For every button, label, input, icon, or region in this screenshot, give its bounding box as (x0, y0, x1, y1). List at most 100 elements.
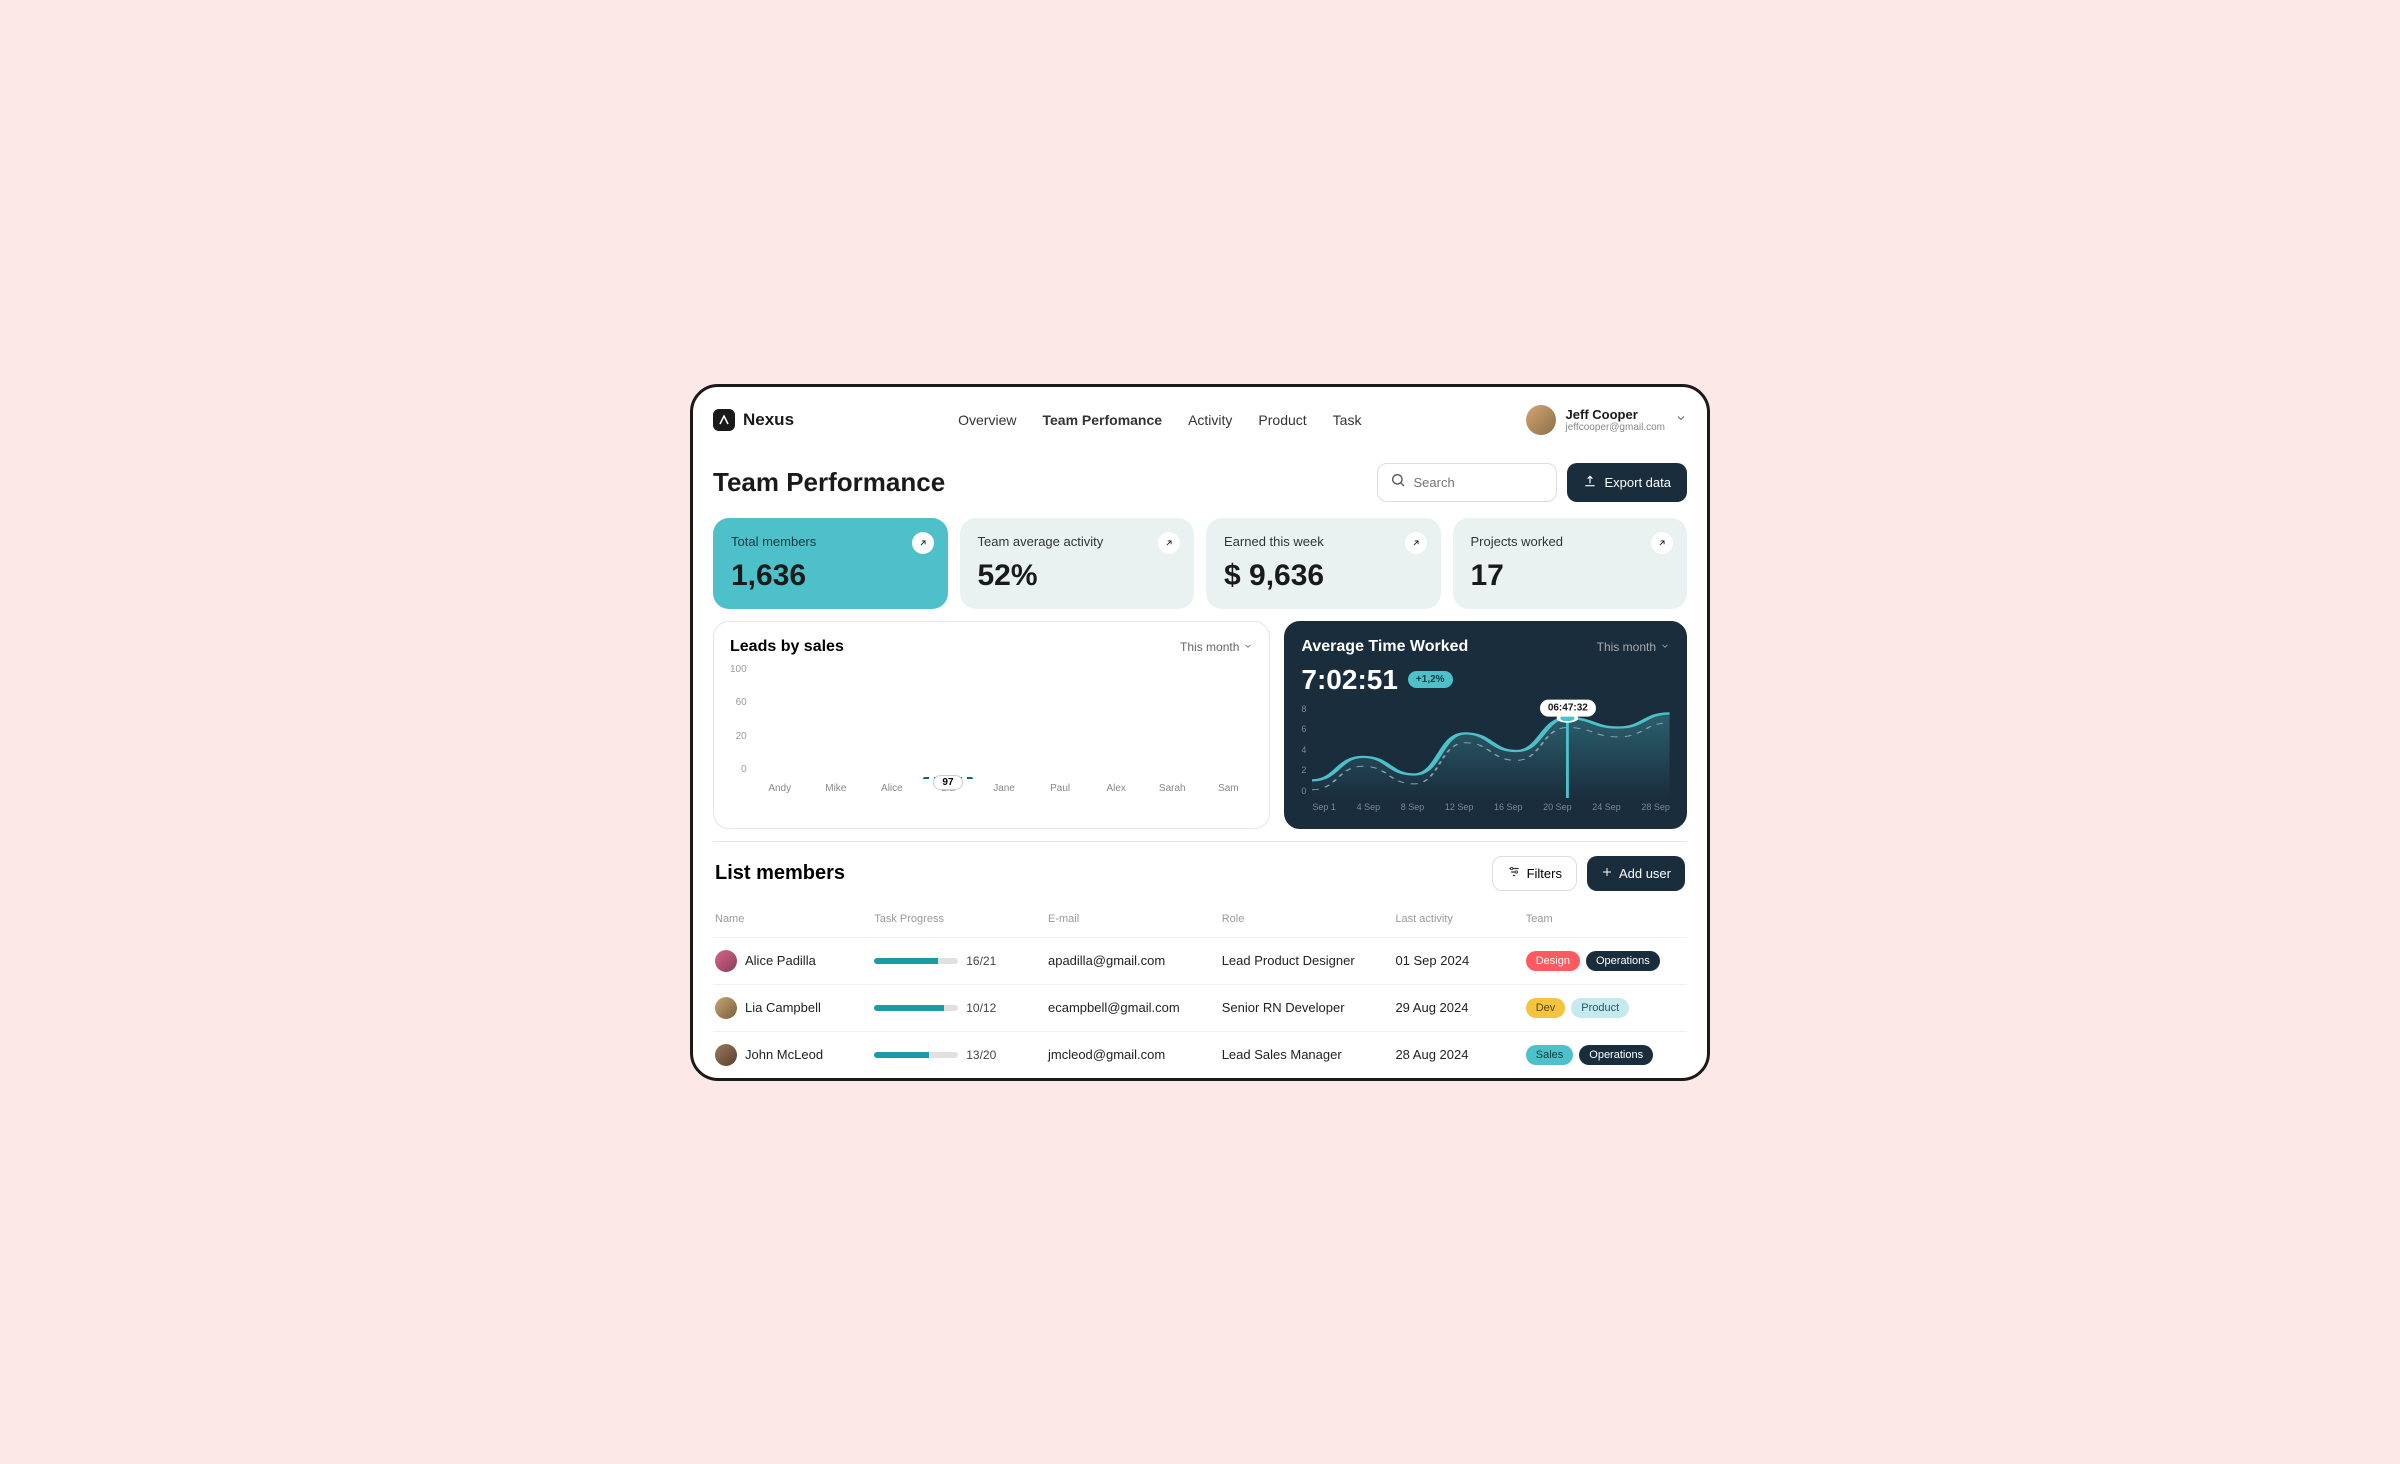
progress-cell: 10/12 (874, 1001, 1048, 1015)
progress-cell: 13/20 (874, 1048, 1048, 1062)
member-name-cell: Alice Padilla (715, 950, 874, 972)
progress-bar (874, 958, 958, 964)
time-chart-title: Average Time Worked (1301, 638, 1468, 656)
stat-card-team-average-activity[interactable]: Team average activity52% (960, 518, 1195, 609)
chevron-down-icon (1660, 640, 1670, 654)
column-task-progress[interactable]: Task Progress (874, 913, 1048, 925)
table-header: NameTask ProgressE-mailRoleLast activity… (713, 901, 1687, 938)
page-title: Team Performance (713, 467, 945, 498)
table-row[interactable]: Lia Campbell 10/12 ecampbell@gmail.comSeni… (713, 985, 1687, 1032)
member-name-cell: John McLeod (715, 1044, 874, 1066)
stat-card-projects-worked[interactable]: Projects worked17 (1453, 518, 1688, 609)
column-role[interactable]: Role (1222, 913, 1396, 925)
upload-icon (1583, 474, 1597, 491)
bar-y-axis: 10060200 (730, 664, 751, 794)
plus-icon (1601, 866, 1613, 881)
search-icon (1390, 472, 1406, 493)
team-tag[interactable]: Operations (1579, 1045, 1653, 1065)
profile-name: Jeff Cooper (1566, 407, 1665, 422)
arrow-up-right-icon (1651, 532, 1673, 554)
team-tags: SalesOperations (1526, 1045, 1685, 1065)
export-label: Export data (1605, 475, 1672, 490)
title-bar: Team Performance Export data (713, 453, 1687, 518)
team-tag[interactable]: Product (1571, 998, 1629, 1018)
line-svg (1312, 704, 1670, 798)
filters-button[interactable]: Filters (1492, 856, 1577, 891)
member-name: Lia Campbell (745, 1000, 821, 1015)
members-table: NameTask ProgressE-mailRoleLast activity… (713, 901, 1687, 1078)
member-last-activity: 28 Aug 2024 (1395, 1047, 1525, 1062)
member-role: Lead Product Designer (1222, 953, 1396, 968)
team-tags: DevProduct (1526, 998, 1685, 1018)
search-input[interactable] (1377, 463, 1557, 502)
stat-label: Team average activity (978, 534, 1177, 549)
member-role: Senior RN Developer (1222, 1000, 1396, 1015)
line-y-axis: 86420 (1301, 704, 1306, 812)
avatar-icon (715, 950, 737, 972)
arrow-up-right-icon (1405, 532, 1427, 554)
team-tag[interactable]: Sales (1526, 1045, 1574, 1065)
nav-item-team-perfomance[interactable]: Team Perfomance (1042, 412, 1162, 428)
team-tags: Design Operations (1526, 951, 1685, 971)
leads-period-dropdown[interactable]: This month (1180, 640, 1253, 654)
time-period-dropdown[interactable]: This month (1597, 640, 1670, 654)
stat-value: $ 9,636 (1224, 559, 1423, 593)
line-chart: 86420 Sep 14 Sep8 Sep12 Sep16 Sep20 Sep2… (1301, 704, 1670, 812)
column-last-activity[interactable]: Last activity (1395, 913, 1525, 925)
member-email: jmcleod@gmail.com (1048, 1047, 1222, 1062)
stat-card-earned-this-week[interactable]: Earned this week$ 9,636 (1206, 518, 1441, 609)
bar-x-axis: AndyMikeAliceLiaJanePaulAlexSarahSam (755, 783, 1254, 794)
table-row[interactable]: Alice Padilla 16/21apadilla@gmail.comLead… (713, 938, 1687, 985)
filter-icon (1507, 865, 1521, 882)
member-name-cell: Lia Campbell (715, 997, 874, 1019)
charts-row: Leads by sales This month 10060200 97 An… (713, 621, 1687, 829)
team-tag[interactable]: Design (1526, 951, 1580, 971)
chevron-down-icon (1243, 640, 1253, 654)
progress-cell: 16/21 (874, 954, 1048, 968)
delta-badge: +1,2% (1408, 671, 1453, 688)
member-email: apadilla@gmail.com (1048, 953, 1222, 968)
team-tag[interactable]: Dev (1526, 998, 1566, 1018)
time-chart-card: Average Time Worked This month 7:02:51 +… (1284, 621, 1687, 829)
bar-chart: 10060200 97 AndyMikeAliceLiaJanePaulAlex… (730, 664, 1253, 794)
avatar-icon (1526, 405, 1556, 435)
brand-name: Nexus (743, 410, 794, 430)
members-section: List members Filters Add user NameTask P… (713, 841, 1687, 1078)
profile-email: jeffcooper@gmail.com (1566, 422, 1665, 433)
avatar-icon (715, 1044, 737, 1066)
stat-card-total-members[interactable]: Total members1,636 (713, 518, 948, 609)
nav-item-overview[interactable]: Overview (958, 412, 1016, 428)
column-team[interactable]: Team (1526, 913, 1685, 925)
avatar-icon (715, 997, 737, 1019)
nav-item-task[interactable]: Task (1333, 412, 1362, 428)
profile-menu[interactable]: Jeff Cooper jeffcooper@gmail.com (1526, 405, 1687, 435)
column-e-mail[interactable]: E-mail (1048, 913, 1222, 925)
member-last-activity: 01 Sep 2024 (1395, 953, 1525, 968)
member-role: Lead Sales Manager (1222, 1047, 1396, 1062)
add-user-button[interactable]: Add user (1587, 856, 1685, 891)
leads-chart-title: Leads by sales (730, 638, 844, 656)
member-name: Alice Padilla (745, 953, 816, 968)
bar-tooltip: 97 (933, 775, 962, 790)
top-nav: Overview Team Perfomance Activity Product Ta… (958, 412, 1361, 428)
team-tag[interactable]: Operations (1586, 951, 1660, 971)
progress-bar (874, 1052, 958, 1058)
search-field[interactable] (1414, 475, 1544, 490)
arrow-up-right-icon (912, 532, 934, 554)
member-email: ecampbell@gmail.com (1048, 1000, 1222, 1015)
table-row[interactable]: John McLeod13/20jmcleod@gmail.comLead Sa… (713, 1032, 1687, 1078)
header: Nexus Overview Team Perfomance Activity Pro… (713, 405, 1687, 453)
nav-item-product[interactable]: Product (1258, 412, 1306, 428)
members-title: List members (715, 862, 845, 885)
nav-item-activity[interactable]: Activity (1188, 412, 1232, 428)
export-data-button[interactable]: Export data (1567, 463, 1688, 502)
leads-chart-card: Leads by sales This month 10060200 97 An… (713, 621, 1270, 829)
column-name[interactable]: Name (715, 913, 874, 925)
progress-text: 10/12 (966, 1001, 996, 1015)
app-window: Nexus Overview Team Perfomance Activity Pro… (690, 384, 1710, 1081)
bar-lia[interactable]: 97 (923, 777, 973, 779)
arrow-up-right-icon (1158, 532, 1180, 554)
time-value: 7:02:51 (1301, 664, 1398, 696)
stat-value: 1,636 (731, 559, 930, 593)
stats-row: Total members1,636Team average activity5… (713, 518, 1687, 609)
